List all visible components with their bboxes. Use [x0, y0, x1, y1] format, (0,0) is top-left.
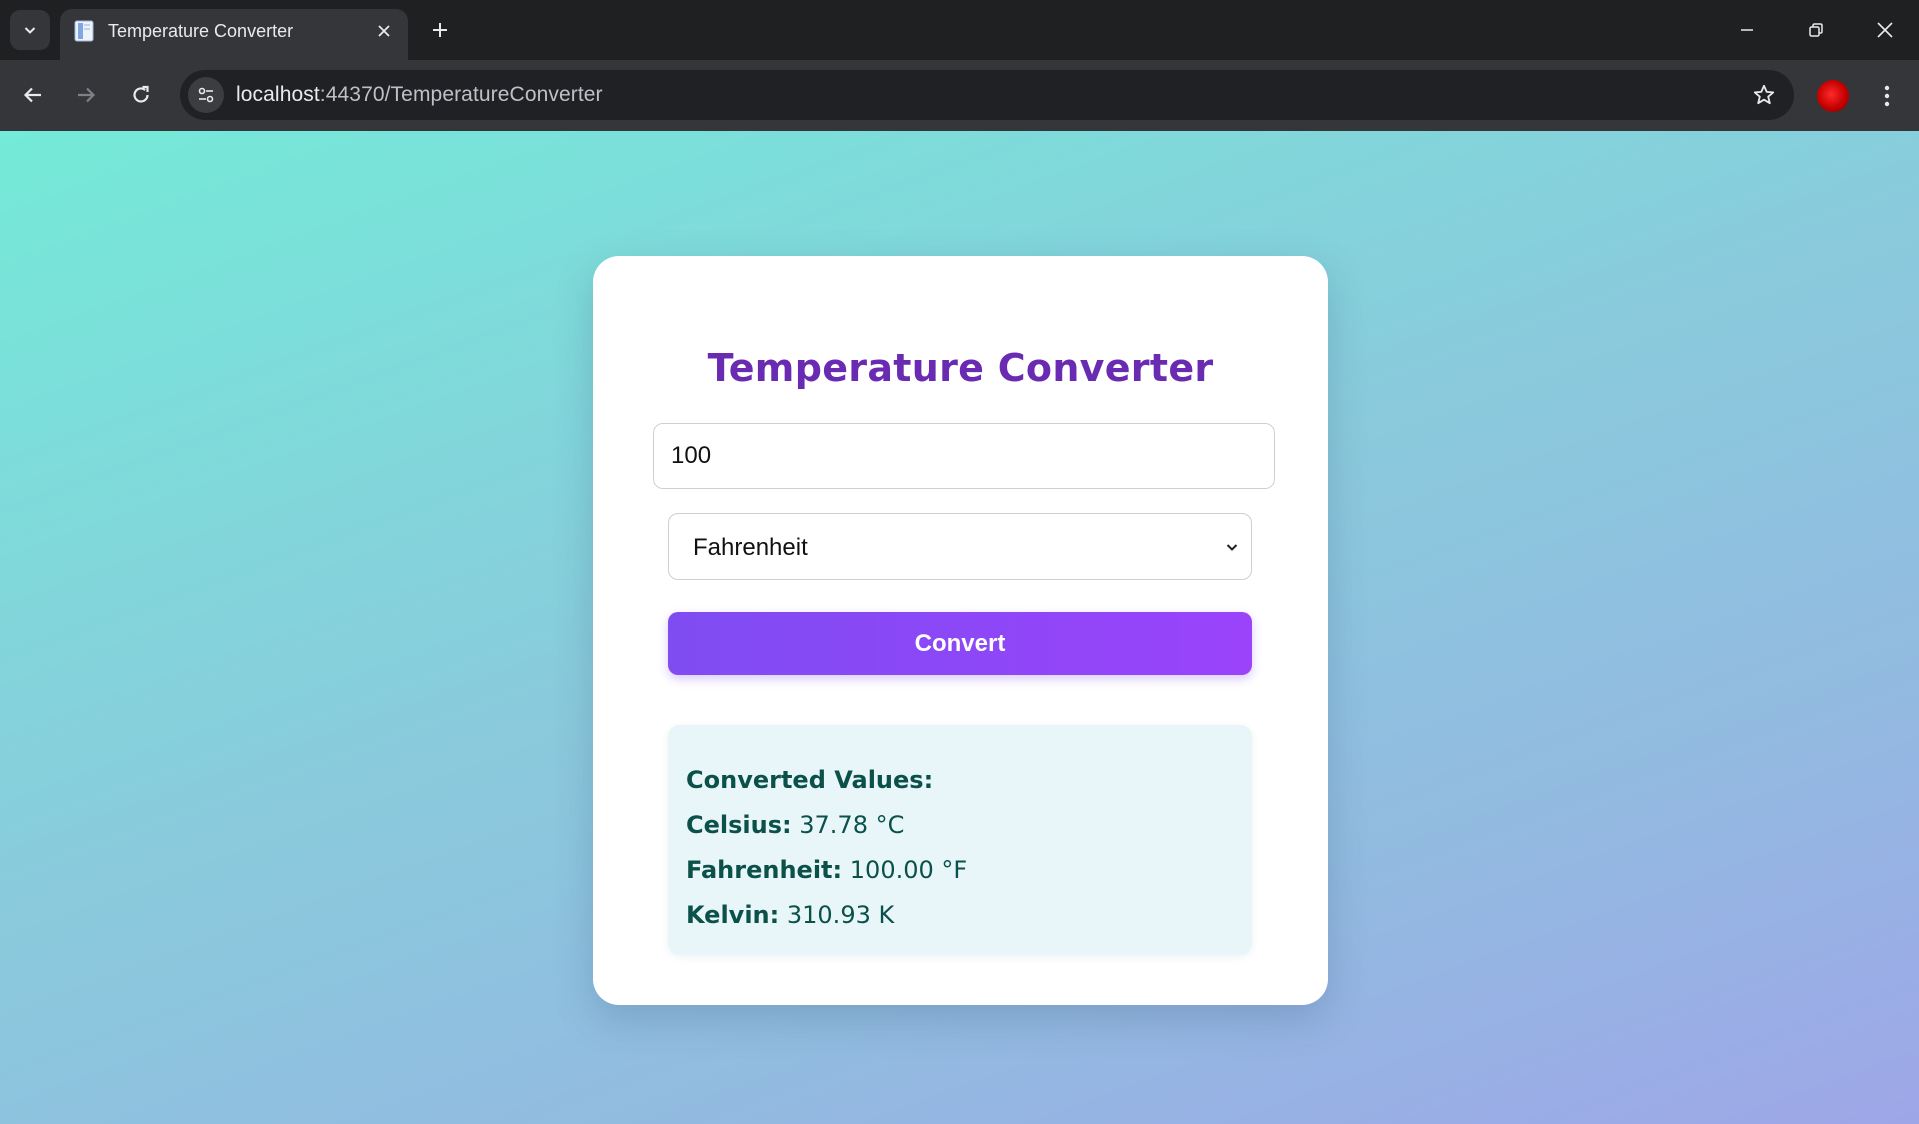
- bookmark-button[interactable]: [1750, 81, 1778, 109]
- minimize-icon: [1741, 29, 1753, 31]
- url-host: localhost: [236, 83, 320, 106]
- browser-toolbar: localhost:44370/TemperatureConverter: [0, 60, 1919, 131]
- close-icon: [378, 25, 390, 37]
- result-label: Celsius:: [686, 811, 792, 839]
- browser-tab[interactable]: Temperature Converter: [60, 9, 408, 60]
- page-viewport: Temperature Converter Fahrenheit Convert…: [0, 131, 1919, 1124]
- tab-close-button[interactable]: [372, 19, 396, 43]
- page-title: Temperature Converter: [707, 346, 1214, 390]
- result-fahrenheit: Fahrenheit: 100.00 °F: [686, 848, 1252, 893]
- plus-icon: [433, 23, 447, 37]
- document-icon: [74, 20, 94, 42]
- restore-icon: [1809, 23, 1823, 37]
- temperature-input[interactable]: [653, 423, 1275, 489]
- close-icon: [1877, 22, 1893, 38]
- site-info-button[interactable]: [188, 77, 224, 113]
- result-value: 37.78 °C: [799, 811, 905, 839]
- tune-icon: [198, 87, 214, 103]
- arrow-right-icon: [78, 87, 96, 103]
- result-label: Fahrenheit:: [686, 856, 843, 884]
- results-heading: Converted Values:: [686, 766, 934, 794]
- unit-select-value: Fahrenheit: [693, 534, 808, 561]
- converter-card: Temperature Converter Fahrenheit Convert…: [593, 256, 1328, 1005]
- star-icon: [1753, 84, 1775, 105]
- close-window-button[interactable]: [1862, 10, 1908, 50]
- unit-select[interactable]: Fahrenheit: [668, 513, 1252, 580]
- result-label: Kelvin:: [686, 901, 780, 929]
- back-button[interactable]: [13, 75, 53, 115]
- result-value: 310.93 K: [786, 901, 895, 929]
- tab-search-button[interactable]: [10, 10, 50, 50]
- new-tab-button[interactable]: [424, 14, 456, 46]
- chevron-down-icon: [1223, 538, 1241, 556]
- restore-button[interactable]: [1793, 10, 1839, 50]
- chevron-down-icon: [24, 27, 36, 34]
- kebab-menu-icon: [1884, 85, 1890, 107]
- results-panel: Converted Values: Celsius: 37.78 °C Fahr…: [668, 725, 1252, 955]
- result-celsius: Celsius: 37.78 °C: [686, 803, 1252, 848]
- url-text: localhost:44370/TemperatureConverter: [236, 83, 603, 107]
- arrow-left-icon: [23, 87, 41, 103]
- browser-menu-button[interactable]: [1870, 76, 1904, 116]
- address-bar[interactable]: localhost:44370/TemperatureConverter: [180, 70, 1794, 120]
- reload-button[interactable]: [121, 75, 161, 115]
- minimize-button[interactable]: [1724, 10, 1770, 50]
- result-value: 100.00 °F: [849, 856, 968, 884]
- url-path: :44370/TemperatureConverter: [319, 83, 603, 106]
- tab-strip: Temperature Converter: [0, 0, 1919, 60]
- tab-title: Temperature Converter: [108, 21, 294, 41]
- reload-icon: [133, 85, 149, 103]
- convert-button[interactable]: Convert: [668, 612, 1252, 675]
- result-kelvin: Kelvin: 310.93 K: [686, 893, 1252, 938]
- forward-button[interactable]: [66, 75, 106, 115]
- avatar[interactable]: [1817, 80, 1849, 112]
